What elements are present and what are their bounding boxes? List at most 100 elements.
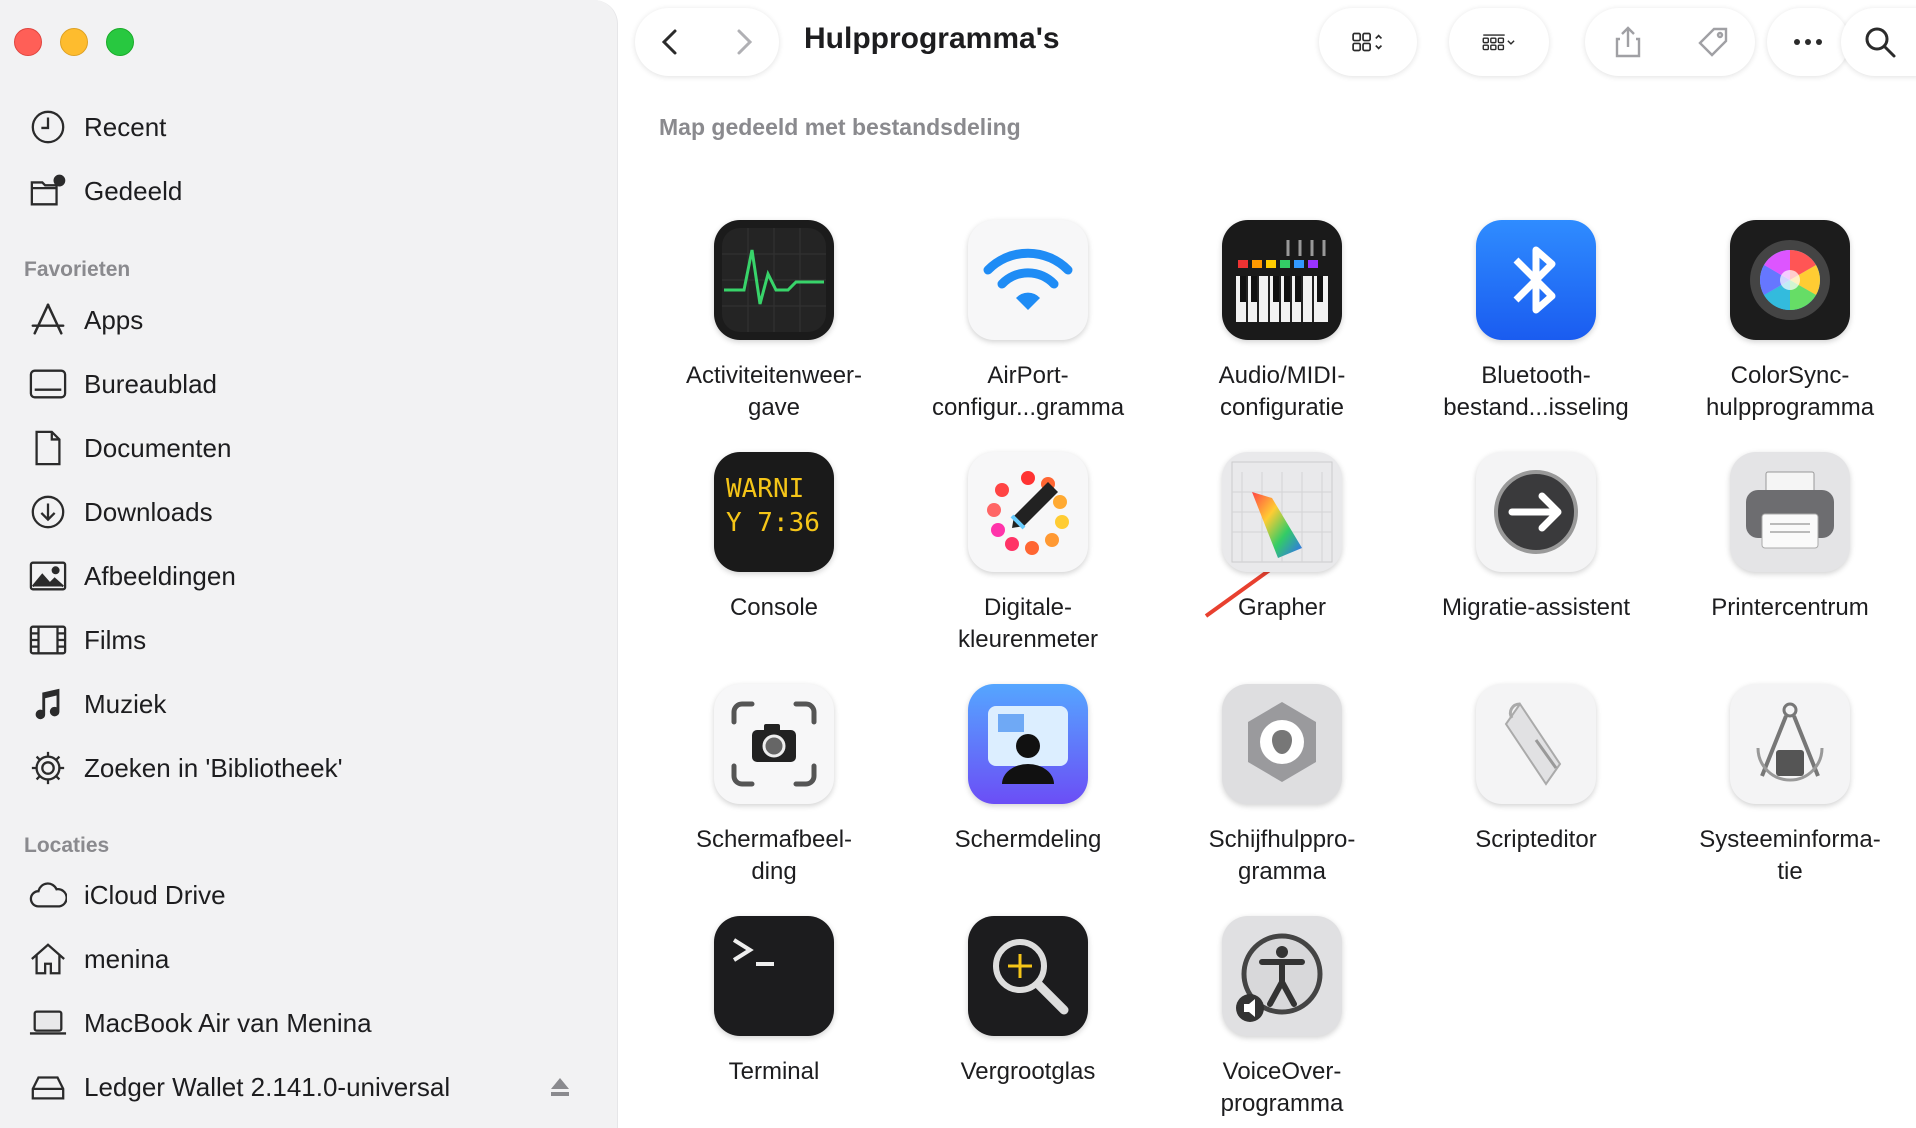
- app-label: Scripteditor: [1475, 826, 1597, 853]
- sidebar-item-label: Documenten: [84, 432, 232, 463]
- close-window-button[interactable]: [14, 28, 42, 56]
- app-screenshot[interactable]: Schermafbeel- ding: [659, 684, 889, 888]
- sidebar-item-recent[interactable]: Recent: [26, 101, 586, 153]
- sidebar-item-desktop[interactable]: Bureaublad: [26, 358, 586, 410]
- folder-subtitle: Map gedeeld met bestandsdeling: [659, 114, 1021, 140]
- window-title: Hulpprogramma's: [804, 22, 1060, 55]
- view-mode-button[interactable]: [1319, 8, 1417, 76]
- sidebar-item-music[interactable]: Muziek: [26, 678, 586, 730]
- search-button[interactable]: [1841, 8, 1916, 76]
- bluetooth-icon: [1476, 220, 1596, 340]
- app-script-editor[interactable]: Scripteditor: [1421, 684, 1651, 856]
- airport-utility-icon: [968, 220, 1088, 340]
- app-airport-utility[interactable]: AirPort- configur...gramma: [913, 220, 1143, 424]
- app-printer-center[interactable]: Printercentrum: [1675, 452, 1905, 624]
- sidebar-item-macbook[interactable]: MacBook Air van Menina: [26, 997, 586, 1049]
- app-label: Migratie-assistent: [1441, 594, 1631, 621]
- sidebar-item-label: Recent: [84, 111, 167, 142]
- sidebar-item-label: menina: [84, 943, 170, 974]
- forward-button[interactable]: [726, 25, 760, 59]
- sidebar-item-pictures[interactable]: Afbeeldingen: [26, 550, 586, 602]
- app-bluetooth-file-exchange[interactable]: Bluetooth- bestand...isseling: [1421, 220, 1651, 424]
- group-icon: [1482, 25, 1516, 59]
- clock-icon: [26, 107, 70, 147]
- sidebar-item-label: MacBook Air van Menina: [84, 1007, 372, 1038]
- app-label: Console: [729, 594, 819, 621]
- app-label: Activiteitenweer- gave: [685, 362, 863, 421]
- migration-icon: [1476, 452, 1596, 572]
- sidebar-item-library-search[interactable]: Zoeken in 'Bibliotheek': [26, 742, 586, 794]
- voiceover-icon: [1222, 916, 1342, 1036]
- sidebar-item-icloud[interactable]: iCloud Drive: [26, 869, 586, 921]
- app-terminal[interactable]: Terminal: [659, 916, 889, 1088]
- grid-view-icon: [1351, 25, 1385, 59]
- activity-monitor-icon: [714, 220, 834, 340]
- system-info-icon: [1730, 684, 1850, 804]
- app-system-information[interactable]: Systeeminforma- tie: [1675, 684, 1905, 888]
- toolbar: Hulpprogramma's: [619, 0, 1916, 84]
- nav-buttons: [635, 8, 779, 76]
- back-button[interactable]: [654, 25, 688, 59]
- group-by-button[interactable]: [1449, 8, 1549, 76]
- app-label: Terminal: [728, 1058, 820, 1085]
- minimize-window-button[interactable]: [60, 28, 88, 56]
- sidebar-item-label: Downloads: [84, 496, 213, 527]
- tag-icon[interactable]: [1696, 25, 1730, 59]
- sidebar-item-documents[interactable]: Documenten: [26, 422, 586, 474]
- sidebar-item-shared[interactable]: Gedeeld: [26, 165, 586, 217]
- app-label: Schermafbeel- ding: [695, 826, 853, 885]
- app-console[interactable]: WARNI Y 7:36 Console: [659, 452, 889, 624]
- document-icon: [26, 428, 70, 468]
- sidebar-item-label: Muziek: [84, 688, 167, 719]
- magnifier-icon: [968, 916, 1088, 1036]
- sidebar-item-label: Apps: [84, 304, 144, 335]
- search-icon: [1863, 25, 1897, 59]
- sidebar-item-home[interactable]: menina: [26, 933, 586, 985]
- app-activity-monitor[interactable]: Activiteitenweer- gave: [659, 220, 889, 424]
- audio-midi-icon: [1222, 220, 1342, 340]
- screen-sharing-icon: [968, 684, 1088, 804]
- disk-icon: [26, 1067, 70, 1107]
- terminal-icon: [714, 916, 834, 1036]
- sidebar-item-films[interactable]: Films: [26, 614, 586, 666]
- app-label: Audio/MIDI- configuratie: [1218, 362, 1346, 421]
- app-digital-color-meter[interactable]: Digitale- kleurenmeter: [913, 452, 1143, 656]
- app-voiceover-utility[interactable]: VoiceOver- programma: [1167, 916, 1397, 1120]
- cloud-icon: [26, 875, 70, 915]
- sidebar-item-apps[interactable]: Apps: [26, 294, 586, 346]
- ellipsis-icon: [1791, 25, 1825, 59]
- gear-icon: [26, 748, 70, 788]
- app-label: Systeeminforma- tie: [1699, 826, 1881, 885]
- screenshot-icon: [714, 684, 834, 804]
- home-icon: [26, 939, 70, 979]
- zoom-window-button[interactable]: [106, 28, 134, 56]
- app-grapher[interactable]: Grapher: [1167, 452, 1397, 624]
- locations-heading: Locaties: [24, 834, 110, 857]
- disk-utility-icon: [1222, 684, 1342, 804]
- more-actions-button[interactable]: [1767, 8, 1849, 76]
- app-screen-sharing[interactable]: Schermdeling: [913, 684, 1143, 856]
- console-icon-text: WARNI: [726, 474, 805, 504]
- app-audio-midi[interactable]: Audio/MIDI- configuratie: [1167, 220, 1397, 424]
- app-magnifier[interactable]: Vergrootglas: [913, 916, 1143, 1088]
- share-tag-group: [1585, 8, 1755, 76]
- sidebar-item-label: Afbeeldingen: [84, 560, 236, 591]
- console-icon: WARNI Y 7:36: [714, 452, 834, 572]
- app-label: VoiceOver- programma: [1220, 1058, 1344, 1117]
- sidebar-item-label: Bureaublad: [84, 368, 217, 399]
- color-meter-icon: [968, 452, 1088, 572]
- app-colorsync[interactable]: ColorSync- hulpprogramma: [1675, 220, 1905, 424]
- app-label: Digitale- kleurenmeter: [957, 594, 1099, 653]
- app-migration-assistant[interactable]: Migratie-assistent: [1421, 452, 1651, 624]
- app-disk-utility[interactable]: Schijfhulppro- gramma: [1167, 684, 1397, 888]
- sidebar-item-downloads[interactable]: Downloads: [26, 486, 586, 538]
- window-controls: [14, 28, 134, 56]
- main-content: Hulpprogramma's Map gedeeld met bestands…: [619, 0, 1916, 1128]
- console-icon-text: Y 7:36: [726, 508, 820, 538]
- music-icon: [26, 684, 70, 724]
- share-icon[interactable]: [1611, 25, 1645, 59]
- pictures-icon: [26, 556, 70, 596]
- app-label: Schijfhulppro- gramma: [1208, 826, 1356, 885]
- sidebar-item-ledger-volume[interactable]: Ledger Wallet 2.141.0-universal: [26, 1061, 586, 1113]
- eject-icon[interactable]: [548, 1075, 572, 1099]
